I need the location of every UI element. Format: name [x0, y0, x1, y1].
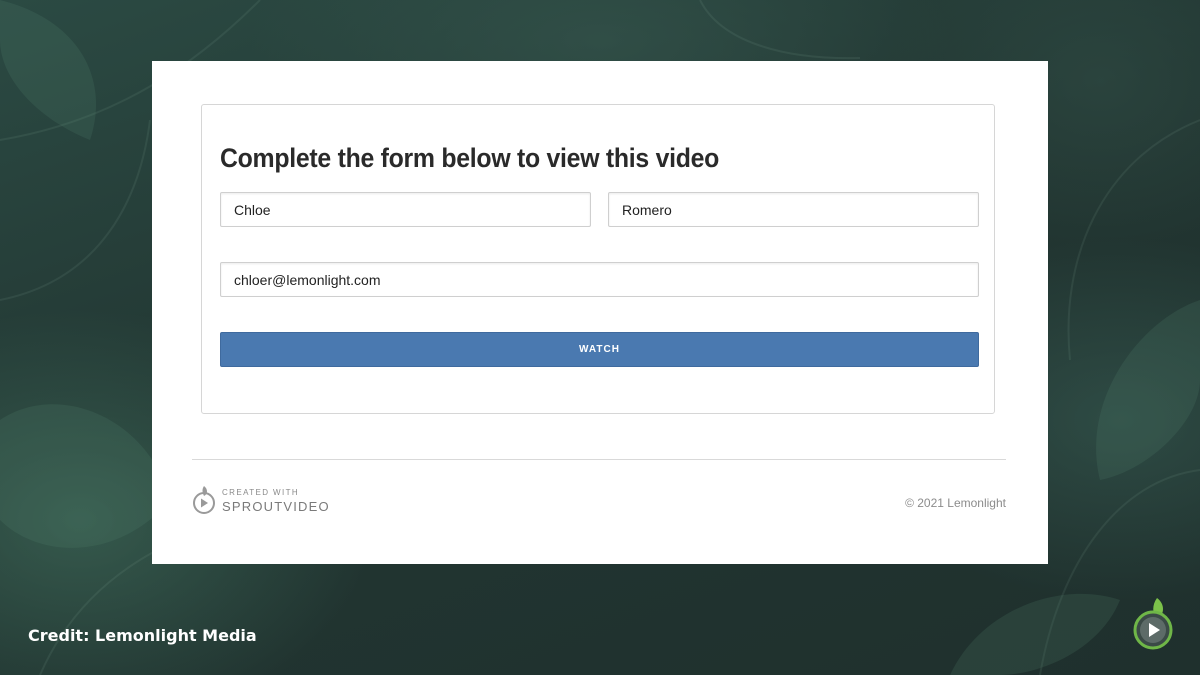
- email-input[interactable]: [220, 262, 979, 297]
- form-title: Complete the form below to view this vid…: [220, 143, 720, 173]
- lead-capture-form: Complete the form below to view this vid…: [201, 104, 995, 414]
- watch-button[interactable]: WATCH: [220, 332, 979, 367]
- last-name-input[interactable]: [608, 192, 979, 227]
- sproutvideo-play-icon: [1131, 598, 1177, 650]
- first-name-input[interactable]: [220, 192, 591, 227]
- image-credit: Credit: Lemonlight Media: [28, 626, 257, 645]
- sproutvideo-brand-link[interactable]: CREATED WITH SPROUTVIDEO: [192, 484, 330, 519]
- brand-name: SPROUTVIDEO: [222, 499, 330, 514]
- copyright-text: © 2021 Lemonlight: [905, 496, 1006, 510]
- brand-created-with: CREATED WITH: [222, 488, 300, 497]
- footer-divider: [192, 459, 1006, 460]
- sproutvideo-logo-icon: [192, 484, 216, 519]
- embed-card: Complete the form below to view this vid…: [152, 61, 1048, 564]
